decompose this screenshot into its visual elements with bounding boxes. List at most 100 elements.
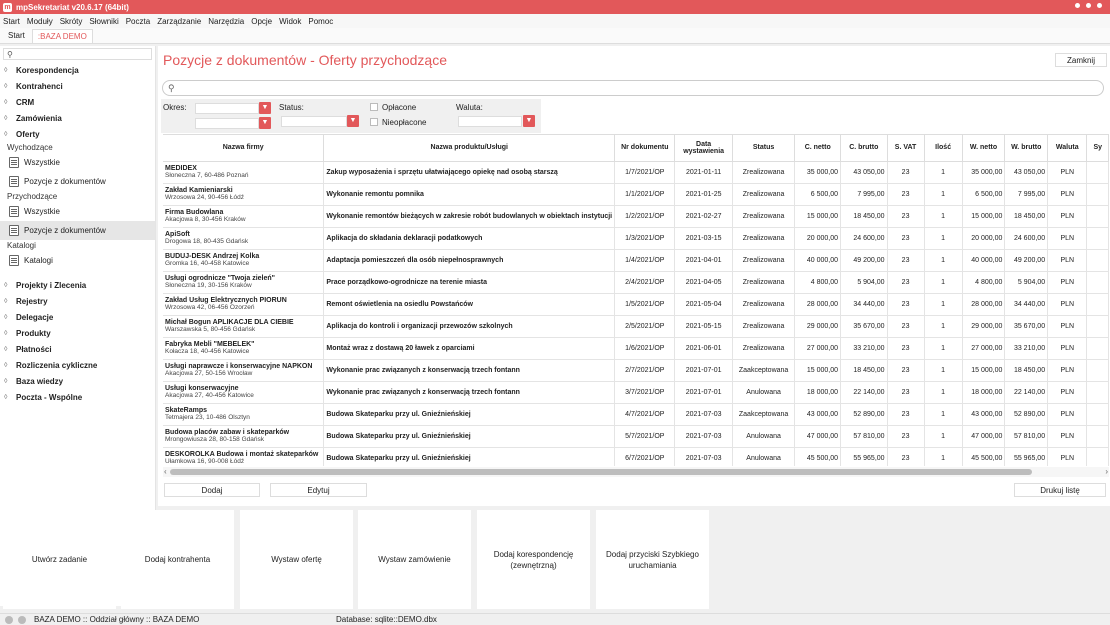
maximize-icon[interactable] [1086, 3, 1091, 8]
extra-cell [1086, 271, 1109, 294]
table-row[interactable]: SkateRamps Tetmajera 23, 10-486 Olsztyn Bu… [163, 403, 1109, 426]
column-header[interactable]: Waluta [1047, 135, 1088, 162]
menu-zarzadzanie[interactable]: Zarządzanie [157, 17, 201, 26]
table-row[interactable]: MEDIDEX Słoneczna 7, 60-486 Poznań Zakup w… [163, 161, 1109, 184]
date-from-dropdown-icon[interactable]: ▼ [259, 102, 271, 114]
minimize-icon[interactable] [1075, 3, 1080, 8]
tile-add-contractor[interactable]: Dodaj kontrahenta [121, 510, 234, 609]
extra-cell [1086, 183, 1109, 206]
company-name: Zakład Kamieniarski [165, 187, 233, 194]
sidebar-section-platnosci[interactable]: ◊ Płatności [0, 341, 155, 357]
waluta-select[interactable] [458, 116, 522, 127]
table-row[interactable]: DESKOROLKA Budowa i montaż skateparków Uł… [163, 447, 1109, 466]
menu-opcje[interactable]: Opcje [251, 17, 272, 26]
column-header[interactable]: C. netto [794, 135, 842, 162]
main-panel: Pozycje z dokumentów - Oferty przychodzą… [158, 46, 1110, 506]
table-row[interactable]: Michał Bogun APLIKACJE DLA CIEBIE Warszaw… [163, 315, 1109, 338]
sidebar-section-korespondencja[interactable]: ◊ Korespondencja [0, 62, 155, 78]
status-select[interactable] [281, 116, 347, 127]
tile-add-correspondence[interactable]: Dodaj korespondencję (zewnętrzną) [477, 510, 590, 609]
tile-create-task[interactable]: Utwórz zadanie [3, 510, 116, 609]
menu-skroty[interactable]: Skróty [60, 17, 83, 26]
chevron-icon: ◊ [4, 281, 8, 289]
sidebar-section-produkty[interactable]: ◊ Produkty [0, 325, 155, 341]
menu-moduly[interactable]: Moduły [27, 17, 53, 26]
sidebar-section-baza-wiedzy[interactable]: ◊ Baza wiedzy [0, 373, 155, 389]
date-to-input[interactable] [195, 118, 259, 129]
tab-baza-demo[interactable]: :BAZA DEMO [31, 29, 93, 43]
table-row[interactable]: Usługi konserwacyjne Akacjowa 27, 40-456 … [163, 381, 1109, 404]
date-from-input[interactable] [195, 103, 259, 114]
table-row[interactable]: ApiSoft Drogowa 18, 80-435 Gdańsk Aplikacj… [163, 227, 1109, 250]
menu-slowniki[interactable]: Słowniki [89, 17, 118, 26]
chevron-icon: ◊ [4, 297, 8, 305]
waluta-dropdown-icon[interactable]: ▼ [523, 115, 535, 127]
window-controls[interactable] [1075, 3, 1102, 8]
sidebar-item-wychodzace-wszystkie[interactable]: Wszystkie [0, 153, 155, 172]
table-row[interactable]: Firma Budowlana Akacjowa 8, 30-456 Kraków… [163, 205, 1109, 228]
scroll-thumb[interactable] [170, 469, 1032, 475]
close-window-icon[interactable] [1097, 3, 1102, 8]
oplacone-checkbox[interactable] [370, 103, 378, 111]
sidebar-section-rozliczenia[interactable]: ◊ Rozliczenia cykliczne [0, 357, 155, 373]
scroll-left-icon[interactable]: ‹ [164, 467, 167, 477]
column-header[interactable]: Nazwa firmy [163, 135, 325, 162]
close-button[interactable]: Zamknij [1055, 53, 1107, 67]
sidebar-section-rejestry[interactable]: ◊ Rejestry [0, 293, 155, 309]
sidebar-section-projekty[interactable]: ◊ Projekty i Zlecenia [0, 277, 155, 293]
sidebar-item-przychodzace-pozycje[interactable]: Pozycje z dokumentów [0, 221, 155, 240]
table-row[interactable]: Zakład Kamieniarski Wrzosowa 24, 90-456 Ł… [163, 183, 1109, 206]
sidebar-search-input[interactable]: ⚲ [3, 48, 152, 60]
print-list-button[interactable]: Drukuj listę [1014, 483, 1106, 497]
main-search-input[interactable]: ⚲ [162, 80, 1104, 96]
menu-poczta[interactable]: Poczta [126, 17, 150, 26]
tile-issue-order[interactable]: Wystaw zamówienie [358, 510, 471, 609]
column-header[interactable]: S. VAT [887, 135, 925, 162]
column-header[interactable]: Ilość [924, 135, 963, 162]
status-cell: Zrealizowana [732, 271, 796, 294]
table-row[interactable]: Fabryka Mebli "MEBELEK" Kołacza 18, 40-45… [163, 337, 1109, 360]
sidebar-section-poczta-wspolne[interactable]: ◊ Poczta - Wspólne [0, 389, 155, 405]
nieoplacone-checkbox[interactable] [370, 118, 378, 126]
tab-start[interactable]: Start [3, 29, 30, 43]
menu-start[interactable]: Start [3, 17, 20, 26]
sidebar-section-kontrahenci[interactable]: ◊ Kontrahenci [0, 78, 155, 94]
date-to-dropdown-icon[interactable]: ▼ [259, 117, 271, 129]
value-gross-cell: 18 450,00 [1004, 205, 1049, 228]
column-header[interactable]: C. brutto [840, 135, 888, 162]
column-header[interactable]: Data wystawienia [674, 135, 733, 162]
sidebar-section-delegacje[interactable]: ◊ Delegacje [0, 309, 155, 325]
extra-cell [1086, 403, 1109, 426]
menu-narzedzia[interactable]: Narzędzia [208, 17, 244, 26]
column-header[interactable]: W. brutto [1004, 135, 1049, 162]
sidebar-item-przychodzace-wszystkie[interactable]: Wszystkie [0, 202, 155, 221]
menu-widok[interactable]: Widok [279, 17, 301, 26]
column-header[interactable]: W. netto [962, 135, 1006, 162]
waluta-label: Waluta: [456, 103, 483, 112]
sidebar-item-wychodzace-pozycje[interactable]: Pozycje z dokumentów [0, 172, 155, 191]
column-header[interactable]: Nr dokumentu [614, 135, 676, 162]
tile-issue-offer[interactable]: Wystaw ofertę [240, 510, 353, 609]
column-header[interactable]: Nazwa produktu/Usługi [323, 135, 616, 162]
sidebar-section-oferty[interactable]: ◊ Oferty [0, 126, 155, 142]
oplacone-label: Opłacone [382, 103, 417, 112]
sidebar-section-crm[interactable]: ◊ CRM [0, 94, 155, 110]
table-row[interactable]: BUDUJ-DESK Andrzej Kolka Gromka 16, 40-45… [163, 249, 1109, 272]
status-dropdown-icon[interactable]: ▼ [347, 115, 359, 127]
table-row[interactable]: Usługi naprawcze i konserwacyjne NAPKON A… [163, 359, 1109, 382]
table-row[interactable]: Zakład Usług Elektrycznych PIORUN Wrzosow… [163, 293, 1109, 316]
add-button[interactable]: Dodaj [164, 483, 260, 497]
column-header[interactable]: Status [732, 135, 796, 162]
horizontal-scrollbar[interactable]: ‹ › [163, 467, 1109, 477]
sidebar-section-zamowienia[interactable]: ◊ Zamówienia [0, 110, 155, 126]
menu-pomoc[interactable]: Pomoc [308, 17, 333, 26]
sidebar-item-katalogi[interactable]: Katalogi [0, 251, 155, 270]
table-row[interactable]: Budowa placów zabaw i skateparków Mrongow… [163, 425, 1109, 448]
chevron-icon: ◊ [4, 98, 8, 106]
table-row[interactable]: Usługi ogrodnicze "Twoja zieleń" Słoneczn… [163, 271, 1109, 294]
value-net-cell: 47 000,00 [962, 425, 1006, 448]
scroll-right-icon[interactable]: › [1105, 467, 1108, 477]
column-header[interactable]: Sy [1086, 135, 1109, 162]
edit-button[interactable]: Edytuj [270, 483, 367, 497]
tile-add-quick-buttons[interactable]: Dodaj przyciski Szybkiego uruchamiania [596, 510, 709, 609]
